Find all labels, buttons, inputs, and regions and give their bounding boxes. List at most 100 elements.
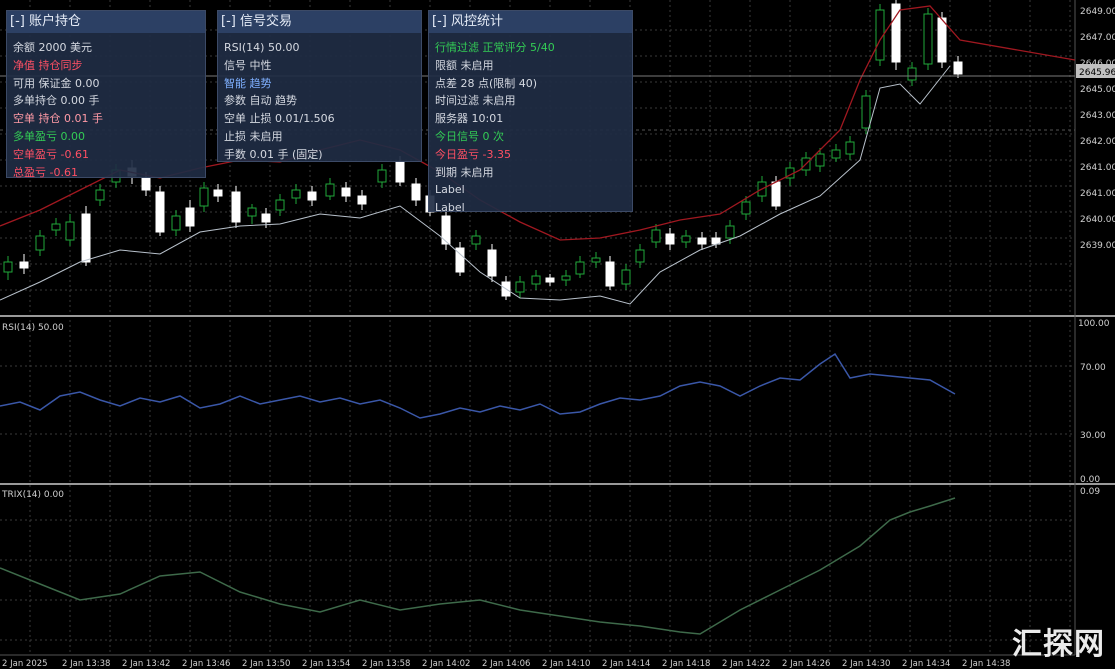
candle-bear [953, 61, 963, 75]
panel-row: 点差 28 点(限制 40) [435, 76, 538, 90]
candle-bull [651, 229, 661, 243]
candle-bull [325, 183, 335, 197]
candle-bear [357, 195, 367, 205]
time-axis-label: 2 Jan 14:26 [782, 659, 830, 669]
trading-chart-window: 2649.002647.002646.002645.002643.002642.… [0, 0, 1115, 669]
candle-bull [907, 67, 917, 81]
candle-bull [681, 235, 691, 243]
price-axis-label: 2642.00 [1080, 137, 1115, 147]
panel-row: 空单 止损 0.01/1.506 [224, 112, 335, 126]
candle-bear [155, 191, 165, 233]
signal-panel: [-] 信号交易 RSI(14) 50.00 信号 中性 智能 趋势 参数 自动 趋势… [217, 10, 422, 162]
candle-bear [697, 237, 707, 245]
candle-bull [515, 281, 525, 293]
panel-row: 今日信号 0 次 [435, 129, 504, 143]
candle-bull [377, 169, 387, 183]
price-axis-label: 2645.00 [1080, 85, 1115, 95]
panel-row: 止损 未启用 [224, 129, 283, 143]
time-axis-label: 2 Jan 14:06 [482, 659, 530, 669]
panel-row: 可用 保证金 0.00 [13, 76, 100, 90]
panel-row: RSI(14) 50.00 [224, 41, 300, 54]
candle-bull [291, 189, 301, 199]
candle-bear [341, 187, 351, 197]
time-axis-label: 2 Jan 14:18 [662, 659, 710, 669]
time-axis-label: 2 Jan 13:54 [302, 659, 350, 669]
price-axis-label: 2647.00 [1080, 33, 1115, 43]
candle-bull [65, 221, 75, 241]
price-axis-label: 2639.00 [1080, 241, 1115, 251]
candle-bear [937, 17, 947, 63]
time-axis-label: 2 Jan 13:38 [62, 659, 110, 669]
candle-bear [231, 191, 241, 223]
signal-panel-title[interactable]: [-] 信号交易 [218, 11, 421, 33]
candle-bull [621, 269, 631, 285]
candle-bear [19, 261, 29, 269]
candle-bear [395, 161, 405, 183]
risk-panel-body: 行情过滤 正常评分 5/40 限额 未启用点差 28 点(限制 40) 时间过滤 未… [429, 33, 632, 217]
sub2-label: TRIX(14) 0.00 [1, 490, 64, 500]
time-axis-label: 2 Jan 2025 [2, 659, 48, 669]
candle-bear [665, 233, 675, 245]
time-axis-label: 2 Jan 13:46 [182, 659, 230, 669]
price-axis-label: 2643.00 [1080, 111, 1115, 121]
rsi-axis-top: 100.00 [1078, 319, 1110, 329]
candle-bear [605, 261, 615, 287]
panel-row: 今日盈亏 -3.35 [435, 147, 511, 161]
time-axis-label: 2 Jan 14:34 [902, 659, 950, 669]
panel-row: 空单盈亏 -0.61 [13, 147, 89, 161]
candle-bull [561, 275, 571, 281]
panel-row: 手数 0.01 手 (固定) [224, 147, 323, 161]
panel-row: 限额 未启用 [435, 58, 494, 72]
candle-bear [213, 189, 223, 197]
panel-row: Label [435, 201, 465, 215]
panel-row: 净值 持仓同步 [13, 58, 83, 72]
rsi-line [0, 352, 956, 419]
candle-bear [441, 215, 451, 245]
candle-bear [81, 213, 91, 263]
panel-row: 多单盈亏 0.00 [13, 129, 85, 143]
signal-panel-body: RSI(14) 50.00 信号 中性 智能 趋势 参数 自动 趋势 空单 止损 0.0… [218, 33, 421, 164]
candle-bull [95, 189, 105, 201]
candle-bull [51, 223, 61, 231]
candle-bear [261, 213, 271, 223]
account-panel: [-] 账户持仓 余额 2000 美元 净值 持仓同步 可用 保证金 0.00 多单持… [6, 10, 206, 181]
panel-row: 服务器 10:01 [435, 112, 504, 126]
candle-bull [171, 215, 181, 231]
candle-bull [815, 153, 825, 167]
panel-row: 余额 2000 美元 [13, 41, 92, 54]
panel-row: 空单 持仓 0.01 手 [13, 112, 103, 126]
price-axis-label: 2640.00 [1080, 215, 1115, 225]
risk-panel: [-] 风控统计 行情过滤 正常评分 5/40 限额 未启用点差 28 点(限制 … [428, 10, 633, 214]
panel-row: 到期 未启用 [435, 165, 494, 179]
account-panel-title[interactable]: [-] 账户持仓 [7, 11, 205, 33]
candle-bull [35, 235, 45, 251]
panel-row: 参数 自动 趋势 [224, 94, 297, 108]
candle-bull [741, 201, 751, 215]
candle-bull [199, 187, 209, 207]
risk-panel-title[interactable]: [-] 风控统计 [429, 11, 632, 33]
candle-bull [923, 13, 933, 65]
time-axis-label: 2 Jan 13:50 [242, 659, 290, 669]
candle-bull [725, 225, 735, 239]
panel-row: 信号 中性 [224, 58, 272, 72]
panel-row: 行情过滤 正常评分 5/40 [435, 41, 555, 54]
time-axis-label: 2 Jan 14:14 [602, 659, 650, 669]
candle-bull [845, 141, 855, 155]
panel-row: 时间过滤 未启用 [435, 94, 516, 108]
time-axis-label: 2 Jan 14:38 [962, 659, 1010, 669]
rsi-label: RSI(14) 50.00 [2, 323, 64, 333]
candle-bull [575, 261, 585, 275]
price-axis-label: 2641.00 [1080, 163, 1115, 173]
candle-bull [247, 207, 257, 217]
candle-bull [531, 275, 541, 285]
panel-row: 总盈亏 -0.61 [13, 165, 78, 179]
candle-bull [635, 249, 645, 263]
sub2-axis-top: 0.09 [1080, 487, 1100, 497]
sub2-line [0, 497, 956, 635]
price-axis-label: 2649.00 [1080, 7, 1115, 17]
account-panel-body: 余额 2000 美元 净值 持仓同步 可用 保证金 0.00 多单持仓 0.00 手空… [7, 33, 205, 181]
time-axis-label: 2 Jan 14:10 [542, 659, 590, 669]
time-axis-label: 2 Jan 14:30 [842, 659, 890, 669]
rsi-level-label: 30.00 [1080, 431, 1106, 441]
time-axis-label: 2 Jan 13:58 [362, 659, 410, 669]
